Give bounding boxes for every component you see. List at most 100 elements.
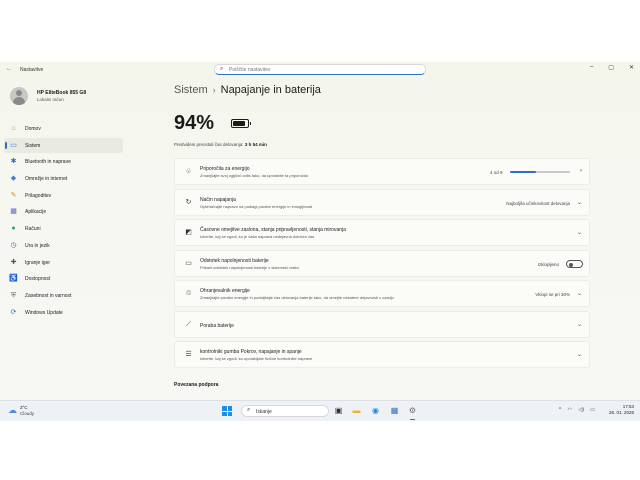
- gamepad-icon: ✚: [10, 258, 17, 266]
- wifi-icon[interactable]: ◠: [568, 407, 572, 413]
- setting-card[interactable]: ◩ Časovne omejitve zaslona, stanja pripra…: [174, 219, 590, 246]
- brush-icon: ✎: [10, 191, 17, 199]
- chevron-down-icon[interactable]: ⌄: [577, 229, 582, 236]
- chevron-down-icon[interactable]: ⌄: [577, 199, 582, 206]
- sidebar-item-label: Igranje iger: [25, 259, 51, 266]
- card-title: Časovne omejitve zaslona, stanja priprav…: [200, 227, 346, 233]
- energy-saver-icon: ♲: [185, 290, 192, 297]
- breadcrumb-separator: ›: [212, 85, 216, 95]
- sidebar-item[interactable]: ⛨ Zasebnost in varnost: [4, 288, 123, 303]
- sidebar-item[interactable]: ● Računi: [4, 221, 123, 236]
- start-button[interactable]: [222, 406, 232, 416]
- edge-icon[interactable]: ◉: [370, 405, 381, 416]
- card-value: Izklopljeno: [537, 262, 559, 267]
- card-description: Optimizirajte napravo na podlagi porabe …: [200, 204, 313, 209]
- sidebar-item[interactable]: ◆ Omrežje in internet: [4, 171, 123, 186]
- settings-search[interactable]: ⌕: [214, 64, 426, 75]
- sidebar-item-label: Računi: [25, 226, 41, 233]
- apps-icon: ▦: [10, 208, 17, 216]
- sidebar-item-label: Bluetooth in naprave: [25, 159, 71, 166]
- file-explorer-icon[interactable]: ▬: [351, 405, 362, 416]
- search-input[interactable]: [229, 66, 409, 73]
- card-title: Poraba baterije: [200, 323, 234, 329]
- taskbar-search[interactable]: ⌕ Iskanje: [241, 405, 329, 417]
- card-description: Zmanjšajte porabo energije in podaljšajt…: [200, 295, 394, 300]
- avatar: [10, 87, 28, 105]
- sidebar-item-label: Omrežje in internet: [25, 176, 68, 183]
- card-value: 4 od 9: [490, 170, 503, 175]
- store-icon[interactable]: ▦: [389, 405, 400, 416]
- clock-date: 26. 01. 2026: [608, 410, 634, 415]
- system-tray[interactable]: ^ ◠ ◁) ▭: [554, 407, 595, 413]
- sidebar-item[interactable]: ✱ Bluetooth in naprave: [4, 154, 123, 169]
- setting-card[interactable]: ☰ kontrolniki gumba Pokrov, napajanje in …: [174, 341, 590, 368]
- setting-card[interactable]: ⟋ Poraba baterije ⌄: [174, 311, 590, 338]
- chevron-right-icon[interactable]: ›: [580, 168, 582, 174]
- account-type: Lokalni račun: [37, 97, 64, 102]
- setting-card[interactable]: ♧ Priporočila za energijo Zmanjšajte svoj …: [174, 158, 590, 185]
- breadcrumb: Sistem › Napajanje in baterija: [174, 84, 321, 96]
- sidebar-item-label: Sistem: [25, 142, 41, 149]
- card-title: Odstotek napolnjenosti baterije: [200, 258, 269, 264]
- tray-overflow-icon[interactable]: ^: [559, 407, 561, 413]
- cloud-icon: ☁: [8, 405, 17, 415]
- shield-icon: ⛨: [10, 291, 17, 299]
- weather-temp: 3°C: [20, 405, 28, 410]
- window-controls: – ▢ ✕: [590, 64, 634, 71]
- title-bar: ← Nastavitve ⌕ – ▢ ✕: [0, 62, 640, 76]
- battery-icon[interactable]: ▭: [590, 407, 595, 413]
- chevron-down-icon[interactable]: ⌄: [577, 351, 582, 358]
- sidebar-item[interactable]: ▦ Aplikacije: [4, 204, 123, 219]
- search-icon: ⌕: [220, 66, 224, 72]
- setting-card[interactable]: ↻ Način napajanja Optimizirajte napravo na…: [174, 189, 590, 216]
- close-button[interactable]: ✕: [629, 64, 634, 71]
- minimize-button[interactable]: –: [590, 64, 593, 71]
- sidebar-item-label: Prilagoditev: [25, 192, 52, 199]
- sidebar-item[interactable]: ⟳ Windows Update: [4, 305, 123, 320]
- task-view-icon[interactable]: ▣: [333, 405, 344, 416]
- volume-icon[interactable]: ◁): [578, 407, 584, 413]
- sidebar-item[interactable]: ♿ Dostopnost: [4, 271, 123, 286]
- estimate-value: 3 h 54 min: [244, 142, 267, 147]
- globe-clock-icon: ◷: [10, 241, 17, 249]
- sidebar-item-label: Zasebnost in varnost: [25, 292, 72, 299]
- card-description: Zmanjšajte svoj ogljični odtis tako, da …: [200, 173, 308, 178]
- battery-percent-toggle[interactable]: [566, 260, 583, 268]
- card-description: Izberite, kaj se zgodi, ko uporabljate f…: [200, 356, 313, 361]
- page-title: Napajanje in baterija: [220, 84, 321, 96]
- breadcrumb-parent[interactable]: Sistem: [174, 84, 208, 96]
- maximize-button[interactable]: ▢: [608, 64, 614, 71]
- battery-estimate: Predvideni preostali čas delovanja: 3 h …: [174, 142, 267, 147]
- sidebar-item[interactable]: ▭ Sistem: [4, 137, 123, 153]
- sidebar-item[interactable]: ✚ Igranje iger: [4, 255, 123, 270]
- card-description: Izberite, kaj se zgodi, ko je vaša napra…: [200, 234, 315, 239]
- update-icon: ⟳: [10, 308, 17, 316]
- chevron-down-icon[interactable]: ⌄: [577, 321, 582, 328]
- sidebar-item-label: Domov: [25, 126, 41, 132]
- card-value: Najboljša učinkovitost delovanja: [506, 201, 570, 206]
- screen-timeout-icon: ◩: [185, 229, 192, 236]
- lid-power-icon: ☰: [185, 351, 192, 358]
- chevron-down-icon[interactable]: ⌄: [577, 290, 582, 297]
- settings-icon[interactable]: ⚙: [407, 405, 418, 420]
- accessibility-icon: ♿: [9, 275, 18, 283]
- back-arrow-icon[interactable]: ←: [6, 66, 12, 72]
- setting-card[interactable]: ♲ Ohranjevalnik energije Zmanjšajte porabo…: [174, 280, 590, 307]
- sidebar-item[interactable]: ✎ Prilagoditev: [4, 188, 123, 203]
- recommendations-progress: [510, 171, 570, 173]
- power-mode-icon: ↻: [185, 199, 192, 206]
- sidebar-item[interactable]: ⌂ Domov: [4, 121, 123, 136]
- bluetooth-icon: ✱: [10, 158, 17, 166]
- setting-card[interactable]: ▭ Odstotek napolnjenosti baterije Prikaži …: [174, 250, 590, 277]
- card-title: Priporočila za energijo: [200, 166, 250, 172]
- related-support-heading: Povezana podpora: [174, 382, 219, 388]
- network-icon: ◆: [10, 175, 17, 183]
- card-description: Prikaži odstotek napolnjenosti baterije …: [200, 265, 300, 270]
- leaf-icon: ♧: [185, 168, 192, 175]
- settings-window: ← Nastavitve ⌕ – ▢ ✕ HP EliteBook 855 G8…: [0, 62, 640, 400]
- clock[interactable]: 17:53 26. 01. 2026: [609, 404, 634, 416]
- sidebar-item[interactable]: ◷ Ura in jezik: [4, 238, 123, 253]
- taskbar-search-label: Iskanje: [256, 409, 272, 415]
- card-title: kontrolniki gumba Pokrov, napajanje in s…: [200, 349, 302, 355]
- device-name: HP EliteBook 855 G8: [37, 90, 87, 96]
